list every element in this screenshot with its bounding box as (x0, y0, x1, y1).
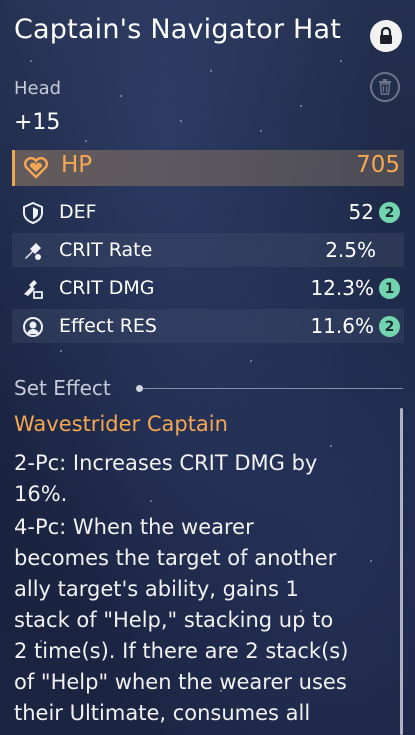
crit-rate-icon (25, 243, 41, 260)
discard-button[interactable] (370, 72, 400, 102)
substat-value: 11.6% (310, 314, 374, 338)
heart-icon (23, 157, 49, 179)
set-effect-header: Set Effect (14, 376, 111, 400)
substat-row-crit-dmg: CRIT DMG 12.3% 1 (12, 271, 404, 305)
substat-row-effect-res: Effect RES 11.6% 2 (12, 309, 404, 343)
description-scrollbar[interactable] (400, 408, 403, 735)
item-level: +15 (14, 110, 61, 135)
lock-icon (380, 27, 392, 44)
substat-name: DEF (59, 201, 97, 223)
substat-value: 52 (348, 200, 374, 224)
description-line: 16%. (14, 482, 68, 506)
roll-count-badge: 1 (379, 278, 400, 299)
substat-row-def: DEF 52 2 (12, 195, 404, 229)
description-line: 2 time(s). If there are 2 stack(s) (14, 639, 349, 663)
main-stat-row: HP 705 (12, 150, 404, 186)
substat-row-crit-rate: CRIT Rate 2.5% (12, 233, 404, 267)
item-slot: Head (14, 78, 62, 99)
substat-value: 2.5% (325, 238, 376, 262)
description-line: of "Help" when the wearer uses (14, 670, 347, 694)
substat-name: Effect RES (59, 315, 157, 337)
lock-button[interactable] (370, 20, 402, 52)
two-piece-effect: 2-Pc: Increases CRIT DMG by 16%. (14, 448, 392, 510)
roll-count-badge: 2 (379, 202, 400, 223)
item-name: Captain's Navigator Hat (14, 14, 342, 45)
effect-res-icon (23, 317, 43, 337)
description-line: becomes the target of another (14, 546, 337, 570)
section-divider (136, 385, 403, 392)
description-line: their Ultimate, consumes all (14, 701, 311, 725)
substat-name: CRIT Rate (59, 239, 153, 261)
trash-icon (379, 79, 391, 95)
description-line: 2-Pc: Increases CRIT DMG by (14, 451, 318, 475)
substat-name: CRIT DMG (59, 277, 155, 299)
set-name: Wavestrider Captain (14, 412, 228, 436)
substat-value: 12.3% (310, 276, 374, 300)
main-stat-name: HP (61, 152, 93, 178)
description-line: stack of "Help," stacking up to (14, 608, 334, 632)
shield-icon (23, 202, 43, 224)
crit-dmg-icon (24, 280, 43, 299)
roll-count-badge: 2 (379, 316, 400, 337)
main-stat-value: 705 (356, 152, 400, 178)
four-piece-effect: 4-Pc: When the wearer becomes the target… (14, 512, 392, 729)
description-line: 4-Pc: When the wearer (14, 515, 254, 539)
description-line: ally target's ability, gains 1 (14, 577, 299, 601)
